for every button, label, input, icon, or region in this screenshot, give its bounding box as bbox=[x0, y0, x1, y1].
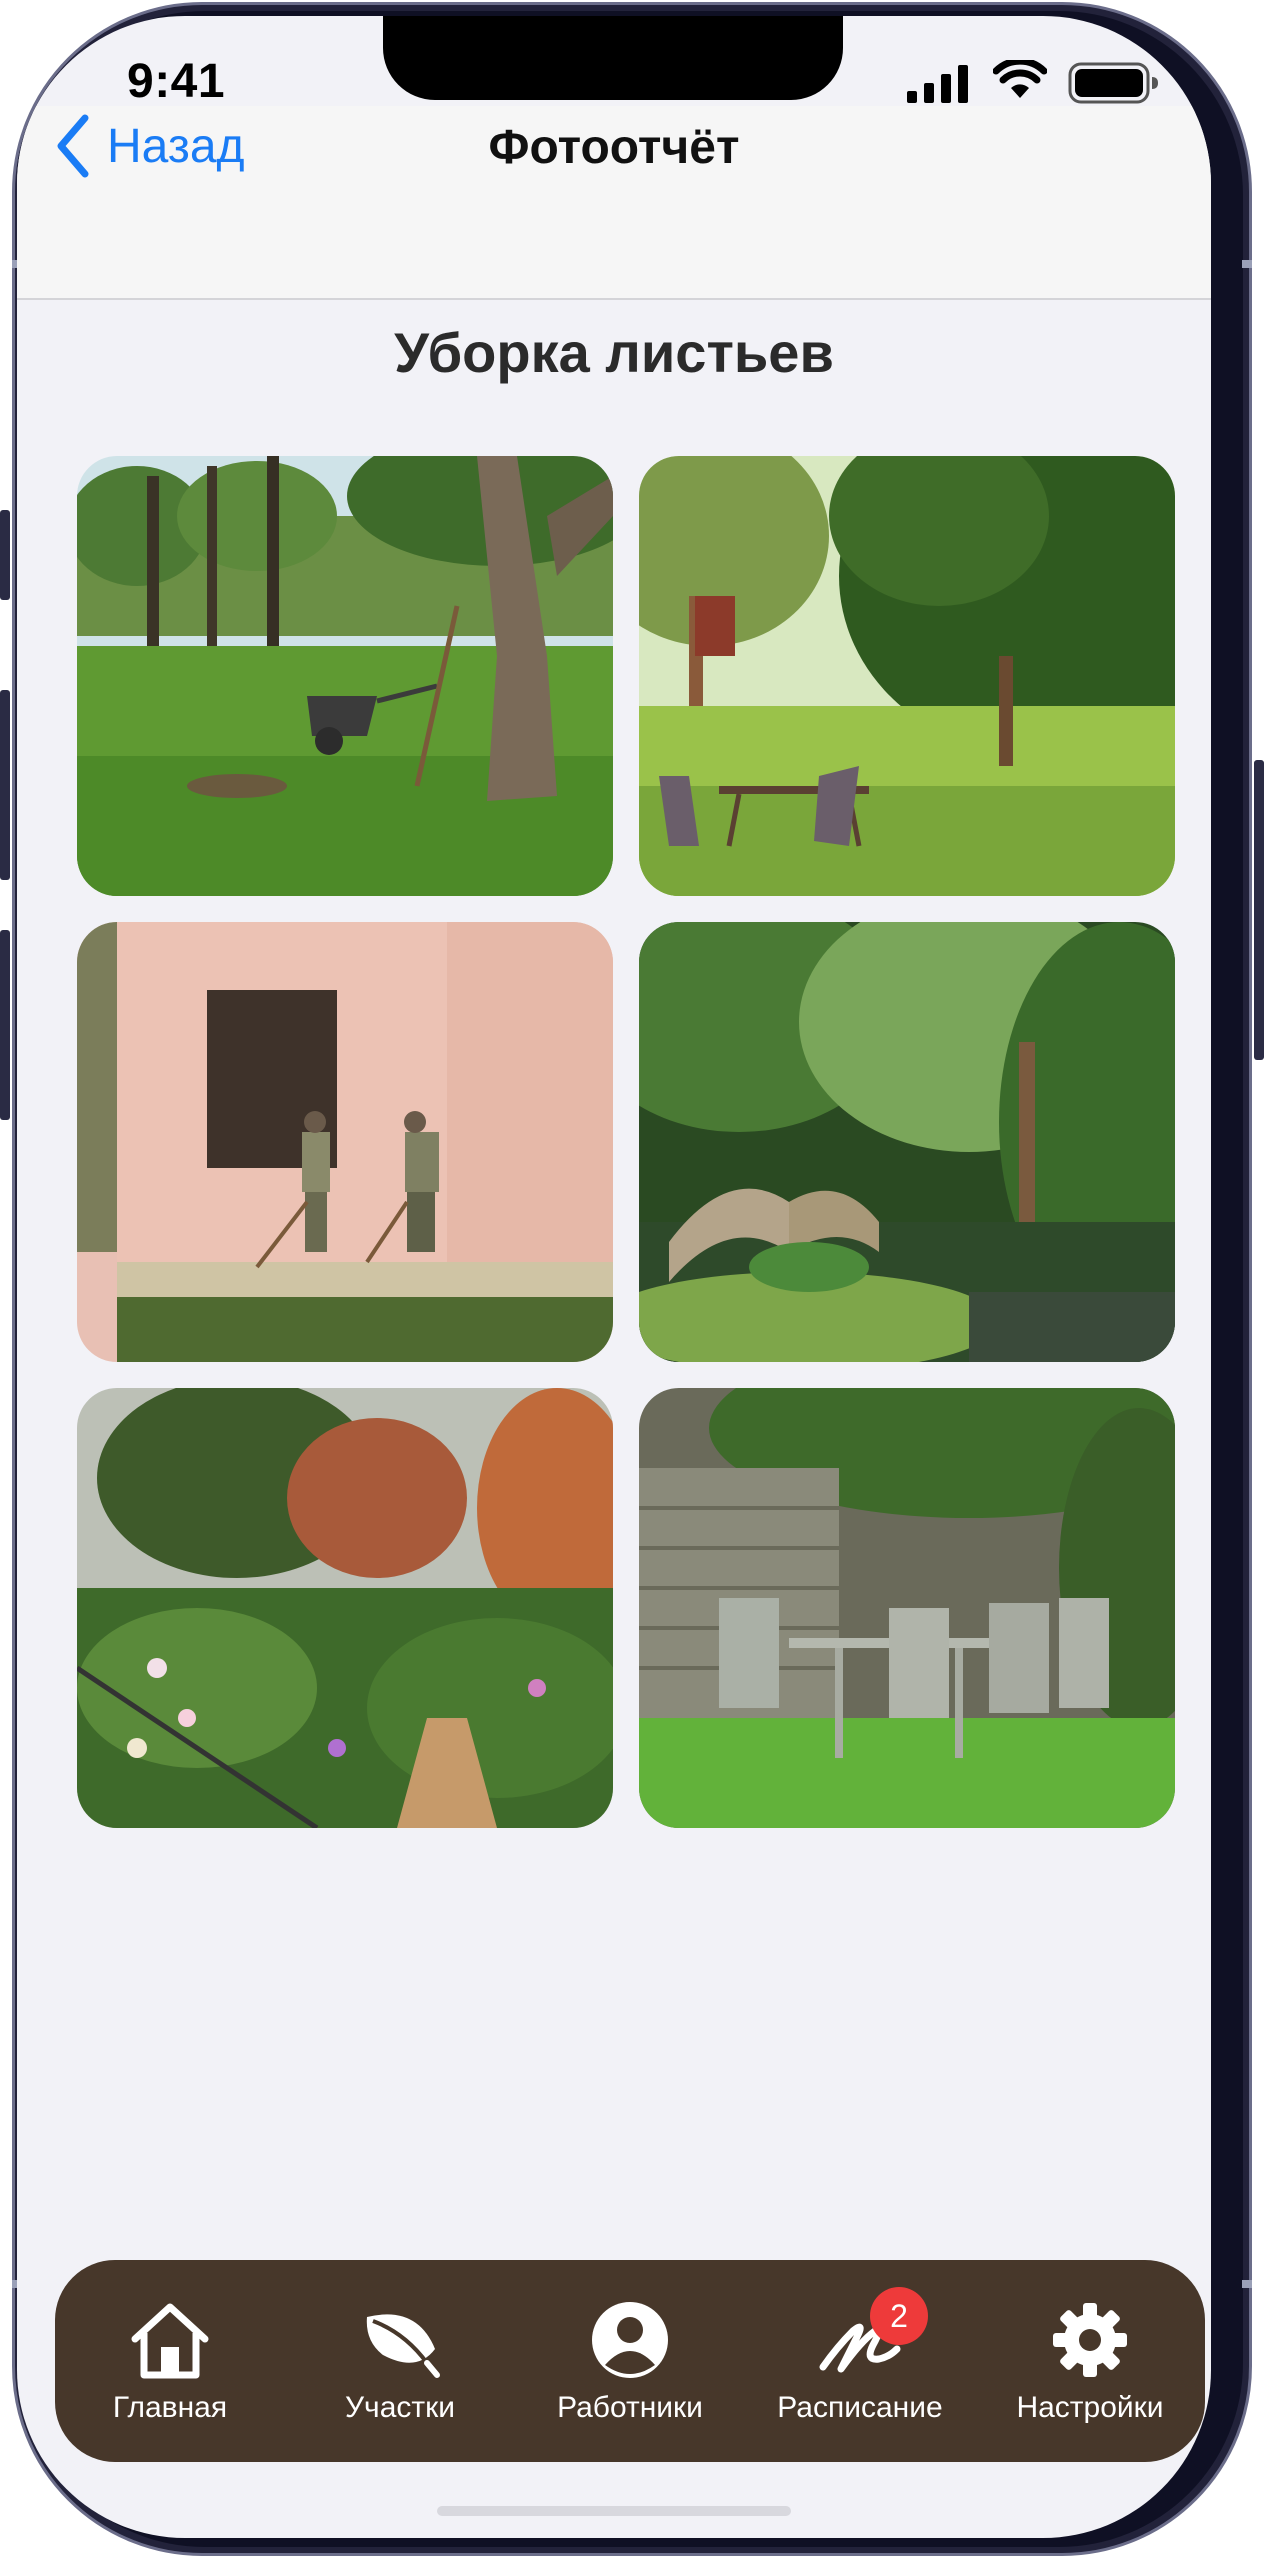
battery-icon bbox=[1068, 62, 1158, 104]
screen: 9:41 Назад Фотоотчёт Уборка листьев Глав… bbox=[17, 16, 1211, 2538]
tab-workers[interactable]: Работники bbox=[530, 2271, 730, 2451]
antenna-band bbox=[1242, 2280, 1252, 2288]
volume-up-button bbox=[0, 690, 10, 880]
person-icon bbox=[592, 2302, 668, 2378]
leaf-icon bbox=[366, 2314, 440, 2378]
photo-thumbnail[interactable] bbox=[77, 922, 613, 1362]
photo-grid bbox=[77, 456, 1175, 1828]
power-button bbox=[1254, 760, 1264, 1060]
photo-thumbnail[interactable] bbox=[77, 456, 613, 896]
tab-label: Работники bbox=[557, 2391, 703, 2424]
garden-photo bbox=[77, 922, 613, 1362]
house-icon bbox=[131, 2303, 209, 2379]
tab-label: Настройки bbox=[1016, 2391, 1164, 2424]
volume-down-button bbox=[0, 930, 10, 1120]
cellular-signal-icon bbox=[907, 65, 968, 103]
garden-photo bbox=[639, 1388, 1175, 1828]
tab-schedule[interactable]: 2 Расписание bbox=[760, 2271, 960, 2451]
status-time: 9:41 bbox=[127, 55, 226, 108]
gear-icon bbox=[1053, 2303, 1127, 2377]
photo-thumbnail[interactable] bbox=[639, 922, 1175, 1362]
tab-label: Участки bbox=[345, 2391, 455, 2424]
tab-settings[interactable]: Настройки bbox=[990, 2271, 1190, 2451]
wifi-icon bbox=[993, 60, 1047, 98]
photo-thumbnail[interactable] bbox=[639, 456, 1175, 896]
tab-plots[interactable]: Участки bbox=[300, 2271, 500, 2451]
garden-photo bbox=[639, 922, 1175, 1362]
photo-thumbnail[interactable] bbox=[77, 1388, 613, 1828]
nav-title: Фотоотчёт bbox=[488, 121, 740, 174]
tab-label: Главная bbox=[112, 2391, 228, 2424]
antenna-band bbox=[1242, 260, 1252, 268]
notification-badge: 2 bbox=[870, 2287, 928, 2345]
page-title: Уборка листьев bbox=[394, 321, 834, 384]
home-indicator[interactable] bbox=[437, 2506, 791, 2516]
notch bbox=[383, 16, 843, 100]
tab-home[interactable]: Главная bbox=[70, 2271, 270, 2451]
garden-photo bbox=[639, 456, 1175, 896]
garden-photo bbox=[77, 456, 613, 896]
garden-photo bbox=[77, 1388, 613, 1828]
mute-switch bbox=[0, 510, 10, 600]
tab-label: Расписание bbox=[777, 2391, 943, 2424]
photo-thumbnail[interactable] bbox=[639, 1388, 1175, 1828]
tab-bar: Главная Участки Работники 2 Расписание Н… bbox=[55, 2260, 1205, 2462]
